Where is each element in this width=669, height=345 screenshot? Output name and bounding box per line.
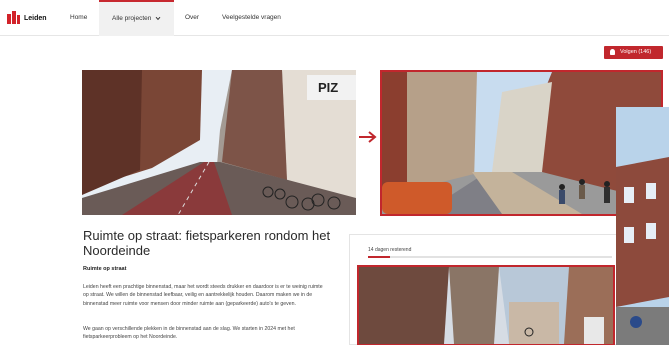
nav-alle-projecten[interactable]: Alle projecten — [99, 0, 175, 36]
card-street-image — [357, 265, 615, 345]
leiden-keys-icon — [7, 11, 20, 25]
top-navigation: Leiden Home Alle projecten Over Veelgest… — [0, 0, 669, 36]
intro-paragraph: Leiden heeft een prachtige binnenstad, m… — [83, 284, 323, 307]
chevron-down-icon — [155, 16, 161, 20]
progress-bar — [368, 256, 612, 258]
street-before-image: PIZ — [82, 70, 356, 215]
progress-fill — [368, 256, 390, 258]
svg-text:PIZ: PIZ — [318, 80, 338, 95]
nav-home[interactable]: Home — [70, 0, 87, 36]
page: Leiden Home Alle projecten Over Veelgest… — [0, 0, 669, 345]
nav-over[interactable]: Over — [185, 0, 199, 36]
second-paragraph: We gaan op verschillende plekken in de b… — [83, 326, 295, 341]
arrow-right-icon — [359, 131, 377, 143]
section-subheading: Ruimte op straat — [83, 266, 127, 272]
nav-veelgestelde-vragen[interactable]: Veelgestelde vragen — [222, 0, 281, 36]
project-status-card: 14 dagen resterend — [349, 234, 617, 345]
side-preview-image — [616, 107, 669, 345]
logo-text: Leiden — [24, 14, 47, 22]
nav-alle-projecten-label: Alle projecten — [112, 15, 152, 22]
bell-icon — [610, 49, 615, 55]
days-remaining: 14 dagen resterend — [368, 247, 412, 253]
follow-label: Volgen (146) — [620, 49, 652, 55]
leiden-logo[interactable]: Leiden — [7, 11, 47, 25]
follow-button[interactable]: Volgen (146) — [604, 46, 663, 59]
project-title: Ruimte op straat: fietsparkeren rondom h… — [83, 228, 331, 258]
